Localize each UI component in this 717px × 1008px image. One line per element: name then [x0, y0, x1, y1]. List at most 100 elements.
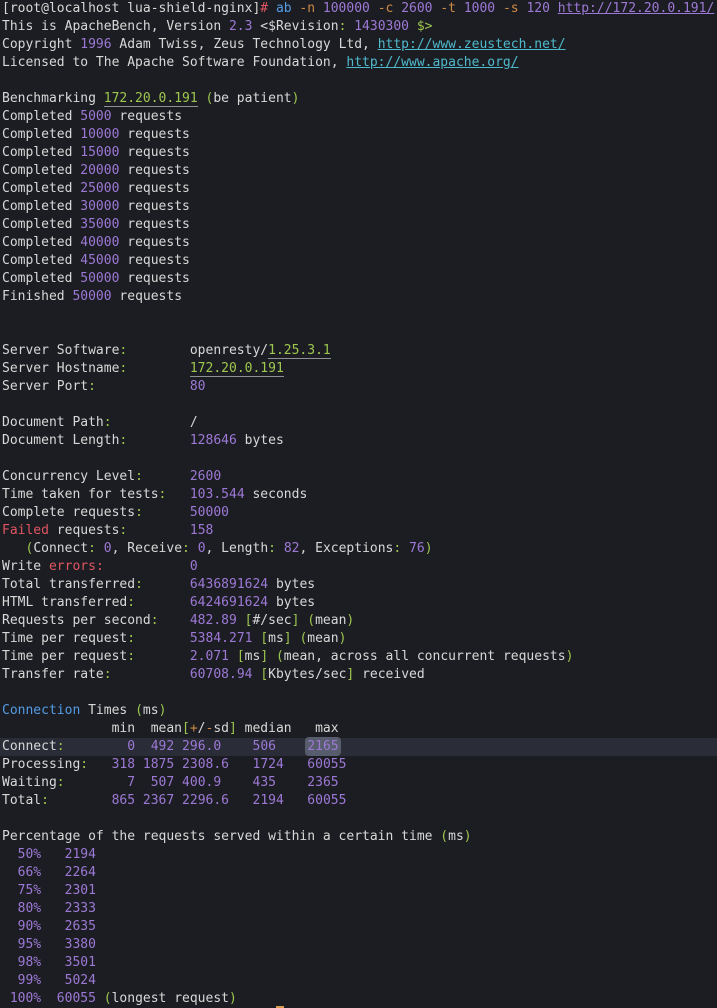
progress-line: Completed 35000 requests	[0, 216, 717, 234]
progress-line: Completed 30000 requests	[0, 198, 717, 216]
blank	[0, 324, 717, 342]
text-segment: :	[103, 415, 112, 430]
text-segment: 120	[526, 1, 550, 16]
blank	[0, 396, 717, 414]
link[interactable]: http://172.20.0.191/	[558, 1, 715, 16]
text-segment: )	[424, 541, 433, 556]
text-segment	[2, 865, 18, 880]
text-segment	[174, 757, 182, 772]
text-segment: 296.0	[182, 739, 222, 754]
time-taken: Time taken for tests: 103.544 seconds	[0, 486, 717, 504]
text-segment: Connection	[2, 703, 81, 718]
server-hostname: Server Hostname: 172.20.0.191	[0, 360, 717, 378]
percentile-row: 80% 2333	[0, 900, 717, 918]
text-segment: seconds	[244, 487, 308, 502]
link[interactable]: http://www.apache.org/	[346, 55, 518, 70]
text-segment: 90%	[17, 919, 42, 934]
waiting-row: Waiting: 7 507 400.9 435 2365	[0, 774, 717, 792]
text-segment: 80%	[17, 901, 42, 916]
text-segment: ms	[142, 703, 159, 718]
text-segment: Complete requests	[2, 505, 136, 520]
text-segment: 3501	[64, 955, 96, 970]
text-segment	[41, 865, 64, 880]
text-segment: )	[565, 649, 574, 664]
text-segment: +	[189, 721, 198, 736]
text-segment: 865	[111, 793, 136, 808]
text-segment: [	[236, 649, 245, 664]
percentile-row: 90% 2635	[0, 918, 717, 936]
connection-times-title: Connection Times (ms)	[0, 702, 717, 720]
text-segment: 20000	[80, 163, 120, 178]
text-segment	[221, 775, 252, 790]
text-segment: requests	[119, 271, 190, 286]
progress-line: Completed 5000 requests	[0, 108, 717, 126]
text-segment: 82	[283, 541, 300, 556]
text-segment	[190, 541, 198, 556]
text-segment: -s	[502, 1, 519, 16]
text-segment: 2365	[307, 775, 339, 790]
text-segment: Completed	[2, 109, 81, 124]
text-segment: (	[275, 649, 284, 664]
text-segment: 2308.6	[182, 757, 230, 772]
text-segment: 1875	[142, 757, 175, 772]
text-segment: mean	[307, 631, 339, 646]
text-segment: , Length	[205, 541, 269, 556]
text-segment: Kbytes/sec	[268, 667, 347, 682]
percentile-row-longest: 100% 60055 (longest request)	[0, 990, 717, 1008]
percentile-row: 95% 3380	[0, 936, 717, 954]
text-segment	[268, 1, 276, 16]
text-segment: )	[463, 829, 472, 844]
text-segment	[96, 991, 104, 1006]
text-segment: :	[56, 739, 65, 754]
text-segment: :	[150, 613, 159, 628]
text-segment	[409, 19, 417, 34]
text-segment: :	[135, 505, 143, 520]
text-segment: 1430300	[354, 19, 410, 34]
text-segment: -t	[440, 1, 456, 16]
text-segment	[198, 91, 206, 106]
link[interactable]: http://www.zeustech.net/	[378, 37, 566, 52]
text-segment: 5024	[64, 973, 96, 988]
server-port: Server Port: 80	[0, 378, 717, 396]
text-segment	[315, 1, 323, 16]
text-segment: Benchmarking	[2, 91, 104, 106]
text-segment	[174, 739, 182, 754]
complete-requests: Complete requests: 50000	[0, 504, 717, 522]
text-segment: mean	[315, 613, 347, 628]
text-segment: :	[103, 667, 112, 682]
text-segment: 103.544	[189, 487, 245, 502]
text-segment: requests	[111, 289, 183, 304]
text-segment	[127, 523, 190, 538]
text-segment	[495, 1, 503, 16]
server-software: Server Software: openresty/1.25.3.1	[0, 342, 717, 360]
link[interactable]: 172.20.0.191	[103, 91, 198, 107]
text-segment: 50000	[80, 271, 120, 286]
blank	[0, 810, 717, 828]
text-segment	[456, 1, 464, 16]
text-segment: 435	[252, 775, 276, 790]
text-segment: 50000	[189, 505, 229, 520]
text-segment	[41, 901, 64, 916]
text-segment: :	[127, 631, 136, 646]
text-segment	[159, 613, 190, 628]
text-segment: 30000	[80, 199, 120, 214]
text-segment	[96, 379, 190, 394]
terminal-window[interactable]: [root@localhost lua-shield-nginx]# ab -n…	[0, 0, 717, 1008]
link[interactable]: 1.25.3.1	[268, 343, 331, 359]
text-segment: Time per request	[2, 649, 128, 664]
text-segment: Server Hostname	[2, 361, 120, 376]
text-segment: requests	[48, 523, 120, 538]
text-segment: Time per request	[2, 631, 128, 646]
text-segment	[2, 883, 18, 898]
text-segment: )	[346, 613, 355, 628]
benchmarking-line: Benchmarking 172.20.0.191 (be patient)	[0, 90, 717, 108]
html-transferred: HTML transferred: 6424691624 bytes	[0, 594, 717, 612]
link[interactable]: 172.20.0.191	[189, 361, 284, 377]
text-segment: 5000	[80, 109, 112, 124]
text-segment: 66%	[17, 865, 42, 880]
text-segment: )	[338, 631, 347, 646]
text-segment: 60055	[307, 757, 347, 772]
text-segment: 2333	[64, 901, 96, 916]
text-segment: requests	[111, 109, 183, 124]
text-segment: 100%	[9, 991, 42, 1006]
